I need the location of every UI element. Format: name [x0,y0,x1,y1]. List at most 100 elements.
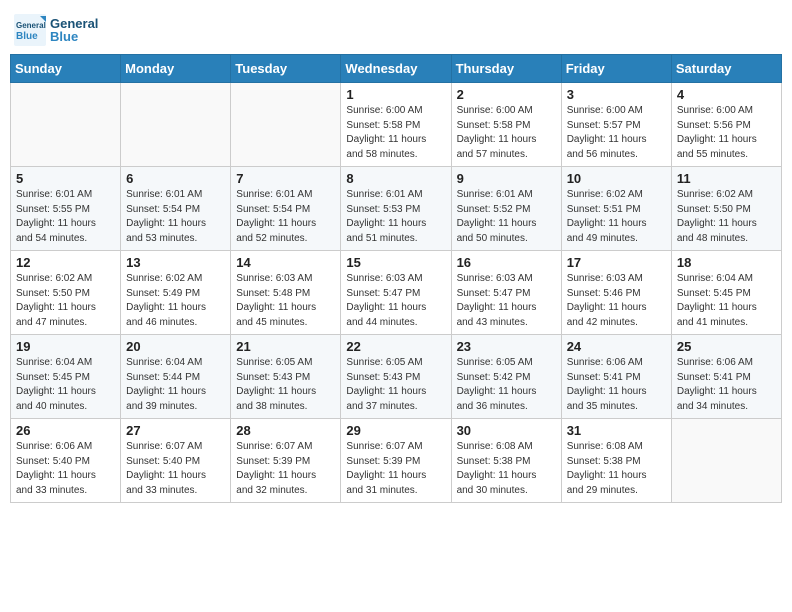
calendar-cell [121,83,231,167]
calendar-cell: 21 Sunrise: 6:05 AM Sunset: 5:43 PM Dayli… [231,335,341,419]
day-info: Sunrise: 6:07 AM Sunset: 5:39 PM Dayligh… [236,440,335,498]
weekday-header-saturday: Saturday [671,55,781,83]
calendar-cell: 5 Sunrise: 6:01 AM Sunset: 5:55 PM Daylig… [11,167,121,251]
day-info: Sunrise: 6:04 AM Sunset: 5:45 PM Dayligh… [677,272,776,330]
day-number: 23 [457,339,556,354]
calendar-cell [231,83,341,167]
day-info: Sunrise: 6:00 AM Sunset: 5:56 PM Dayligh… [677,104,776,162]
day-number: 27 [126,423,225,438]
day-number: 7 [236,171,335,186]
day-number: 30 [457,423,556,438]
day-info: Sunrise: 6:01 AM Sunset: 5:54 PM Dayligh… [126,188,225,246]
calendar-cell: 29 Sunrise: 6:07 AM Sunset: 5:39 PM Dayli… [341,419,451,503]
day-info: Sunrise: 6:02 AM Sunset: 5:50 PM Dayligh… [16,272,115,330]
calendar-week-4: 26 Sunrise: 6:06 AM Sunset: 5:40 PM Dayli… [11,419,782,503]
day-number: 31 [567,423,666,438]
day-number: 3 [567,87,666,102]
day-info: Sunrise: 6:02 AM Sunset: 5:51 PM Dayligh… [567,188,666,246]
day-number: 12 [16,255,115,270]
calendar-cell: 17Sunrise: 6:03 AM Sunset: 5:46 PM Dayli… [561,251,671,335]
svg-text:Blue: Blue [16,31,38,42]
day-info: Sunrise: 6:03 AM Sunset: 5:46 PM Dayligh… [567,272,666,330]
calendar-cell: 30 Sunrise: 6:08 AM Sunset: 5:38 PM Dayli… [451,419,561,503]
calendar-table: SundayMondayTuesdayWednesdayThursdayFrid… [10,54,782,503]
calendar-cell: 23Sunrise: 6:05 AM Sunset: 5:42 PM Dayli… [451,335,561,419]
day-info: Sunrise: 6:02 AM Sunset: 5:49 PM Dayligh… [126,272,225,330]
calendar-cell: 14 Sunrise: 6:03 AM Sunset: 5:48 PM Dayli… [231,251,341,335]
day-number: 1 [346,87,445,102]
day-number: 21 [236,339,335,354]
calendar-cell: 1 Sunrise: 6:00 AM Sunset: 5:58 PM Daylig… [341,83,451,167]
day-info: Sunrise: 6:08 AM Sunset: 5:38 PM Dayligh… [457,440,556,498]
calendar-cell: 6 Sunrise: 6:01 AM Sunset: 5:54 PM Daylig… [121,167,231,251]
day-number: 28 [236,423,335,438]
day-number: 24 [567,339,666,354]
calendar-cell: 4 Sunrise: 6:00 AM Sunset: 5:56 PM Daylig… [671,83,781,167]
calendar-cell: 2 Sunrise: 6:00 AM Sunset: 5:58 PM Daylig… [451,83,561,167]
calendar-cell: 19 Sunrise: 6:04 AM Sunset: 5:45 PM Dayli… [11,335,121,419]
weekday-header-friday: Friday [561,55,671,83]
calendar-header-row: SundayMondayTuesdayWednesdayThursdayFrid… [11,55,782,83]
day-info: Sunrise: 6:01 AM Sunset: 5:55 PM Dayligh… [16,188,115,246]
calendar-cell: 10Sunrise: 6:02 AM Sunset: 5:51 PM Dayli… [561,167,671,251]
calendar-cell: 13Sunrise: 6:02 AM Sunset: 5:49 PM Dayli… [121,251,231,335]
day-info: Sunrise: 6:07 AM Sunset: 5:40 PM Dayligh… [126,440,225,498]
calendar-cell: 15Sunrise: 6:03 AM Sunset: 5:47 PM Dayli… [341,251,451,335]
weekday-header-monday: Monday [121,55,231,83]
day-info: Sunrise: 6:03 AM Sunset: 5:47 PM Dayligh… [346,272,445,330]
day-info: Sunrise: 6:00 AM Sunset: 5:58 PM Dayligh… [457,104,556,162]
day-number: 19 [16,339,115,354]
day-info: Sunrise: 6:01 AM Sunset: 5:53 PM Dayligh… [346,188,445,246]
calendar-cell [11,83,121,167]
calendar-cell: 27 Sunrise: 6:07 AM Sunset: 5:40 PM Dayli… [121,419,231,503]
day-number: 2 [457,87,556,102]
day-number: 20 [126,339,225,354]
day-number: 29 [346,423,445,438]
calendar-cell: 16 Sunrise: 6:03 AM Sunset: 5:47 PM Dayli… [451,251,561,335]
calendar-cell: 25Sunrise: 6:06 AM Sunset: 5:41 PM Dayli… [671,335,781,419]
day-info: Sunrise: 6:04 AM Sunset: 5:44 PM Dayligh… [126,356,225,414]
day-info: Sunrise: 6:06 AM Sunset: 5:40 PM Dayligh… [16,440,115,498]
day-info: Sunrise: 6:00 AM Sunset: 5:58 PM Dayligh… [346,104,445,162]
day-info: Sunrise: 6:02 AM Sunset: 5:50 PM Dayligh… [677,188,776,246]
day-info: Sunrise: 6:05 AM Sunset: 5:43 PM Dayligh… [346,356,445,414]
day-number: 9 [457,171,556,186]
day-number: 4 [677,87,776,102]
day-info: Sunrise: 6:01 AM Sunset: 5:54 PM Dayligh… [236,188,335,246]
weekday-header-wednesday: Wednesday [341,55,451,83]
day-number: 18 [677,255,776,270]
day-info: Sunrise: 6:03 AM Sunset: 5:47 PM Dayligh… [457,272,556,330]
calendar-cell: 12 Sunrise: 6:02 AM Sunset: 5:50 PM Dayli… [11,251,121,335]
day-info: Sunrise: 6:00 AM Sunset: 5:57 PM Dayligh… [567,104,666,162]
calendar-cell: 22Sunrise: 6:05 AM Sunset: 5:43 PM Dayli… [341,335,451,419]
day-info: Sunrise: 6:07 AM Sunset: 5:39 PM Dayligh… [346,440,445,498]
day-info: Sunrise: 6:01 AM Sunset: 5:52 PM Dayligh… [457,188,556,246]
calendar-cell: 11 Sunrise: 6:02 AM Sunset: 5:50 PM Dayli… [671,167,781,251]
calendar-cell: 7 Sunrise: 6:01 AM Sunset: 5:54 PM Daylig… [231,167,341,251]
day-number: 14 [236,255,335,270]
calendar-week-3: 19 Sunrise: 6:04 AM Sunset: 5:45 PM Dayli… [11,335,782,419]
day-number: 6 [126,171,225,186]
day-info: Sunrise: 6:08 AM Sunset: 5:38 PM Dayligh… [567,440,666,498]
calendar-week-2: 12 Sunrise: 6:02 AM Sunset: 5:50 PM Dayli… [11,251,782,335]
calendar-week-0: 1 Sunrise: 6:00 AM Sunset: 5:58 PM Daylig… [11,83,782,167]
day-info: Sunrise: 6:04 AM Sunset: 5:45 PM Dayligh… [16,356,115,414]
page-header: General Blue General Blue [10,10,782,46]
day-number: 5 [16,171,115,186]
calendar-cell: 31 Sunrise: 6:08 AM Sunset: 5:38 PM Dayli… [561,419,671,503]
weekday-header-thursday: Thursday [451,55,561,83]
calendar-cell: 8Sunrise: 6:01 AM Sunset: 5:53 PM Daylig… [341,167,451,251]
calendar-week-1: 5 Sunrise: 6:01 AM Sunset: 5:55 PM Daylig… [11,167,782,251]
day-number: 16 [457,255,556,270]
day-info: Sunrise: 6:03 AM Sunset: 5:48 PM Dayligh… [236,272,335,330]
weekday-header-tuesday: Tuesday [231,55,341,83]
calendar-cell [671,419,781,503]
day-info: Sunrise: 6:06 AM Sunset: 5:41 PM Dayligh… [677,356,776,414]
logo: General Blue General Blue [14,10,98,46]
calendar-cell: 20 Sunrise: 6:04 AM Sunset: 5:44 PM Dayli… [121,335,231,419]
day-info: Sunrise: 6:05 AM Sunset: 5:43 PM Dayligh… [236,356,335,414]
svg-text:General: General [16,21,46,30]
day-number: 26 [16,423,115,438]
day-number: 11 [677,171,776,186]
day-info: Sunrise: 6:06 AM Sunset: 5:41 PM Dayligh… [567,356,666,414]
